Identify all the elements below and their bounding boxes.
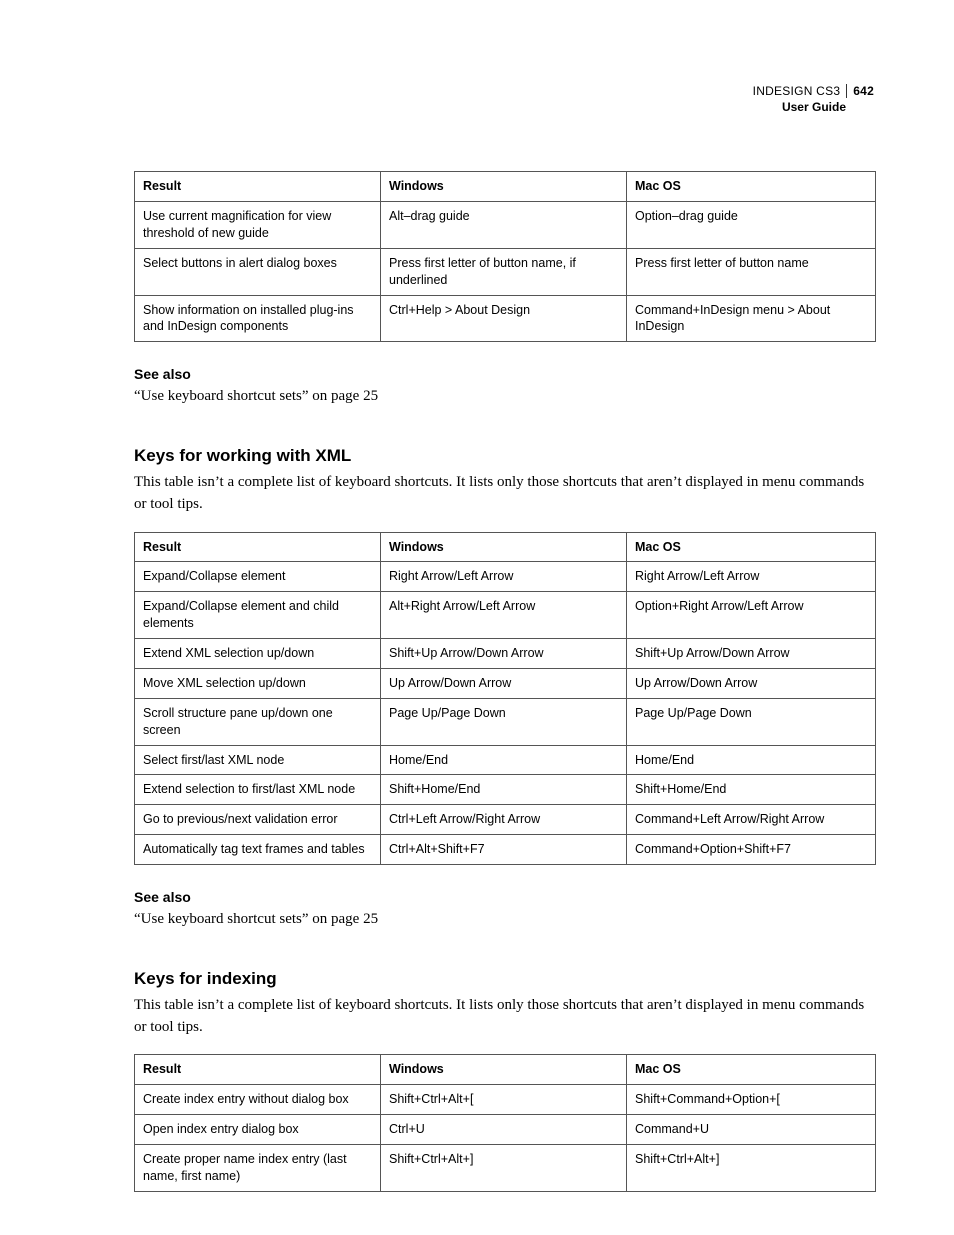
shortcuts-table-indexing: Result Windows Mac OS Create index entry… bbox=[134, 1054, 876, 1191]
col-macos: Mac OS bbox=[627, 1055, 876, 1085]
table-row: Expand/Collapse elementRight Arrow/Left … bbox=[135, 562, 876, 592]
shortcuts-table-xml: Result Windows Mac OS Expand/Collapse el… bbox=[134, 532, 876, 866]
cell: Home/End bbox=[627, 745, 876, 775]
see-also-heading: See also bbox=[134, 366, 876, 382]
cell: Shift+Home/End bbox=[627, 775, 876, 805]
cell: Command+Left Arrow/Right Arrow bbox=[627, 805, 876, 835]
table-row: Expand/Collapse element and child elemen… bbox=[135, 592, 876, 639]
xml-intro: This table isn’t a complete list of keyb… bbox=[134, 472, 876, 516]
table-row: Open index entry dialog boxCtrl+UCommand… bbox=[135, 1115, 876, 1145]
cell: Shift+Ctrl+Alt+] bbox=[381, 1144, 627, 1191]
table-header-row: Result Windows Mac OS bbox=[135, 172, 876, 202]
table-header-row: Result Windows Mac OS bbox=[135, 1055, 876, 1085]
col-windows: Windows bbox=[381, 172, 627, 202]
cell: Shift+Up Arrow/Down Arrow bbox=[627, 639, 876, 669]
page-header: INDESIGN CS3 642 User Guide bbox=[134, 84, 876, 115]
table-row: Automatically tag text frames and tables… bbox=[135, 835, 876, 865]
cell: Ctrl+Left Arrow/Right Arrow bbox=[381, 805, 627, 835]
cell: Ctrl+U bbox=[381, 1115, 627, 1145]
cell: Right Arrow/Left Arrow bbox=[381, 562, 627, 592]
table-row: Scroll structure pane up/down one screen… bbox=[135, 698, 876, 745]
table-row: Create proper name index entry (last nam… bbox=[135, 1144, 876, 1191]
col-windows: Windows bbox=[381, 532, 627, 562]
indexing-heading: Keys for indexing bbox=[134, 969, 876, 989]
cell: Up Arrow/Down Arrow bbox=[627, 668, 876, 698]
see-also-ref: “Use keyboard shortcut sets” on page 25 bbox=[134, 909, 876, 931]
cell: Alt+Right Arrow/Left Arrow bbox=[381, 592, 627, 639]
col-result: Result bbox=[135, 172, 381, 202]
table2-body: Expand/Collapse elementRight Arrow/Left … bbox=[135, 562, 876, 865]
table-row: Select first/last XML nodeHome/EndHome/E… bbox=[135, 745, 876, 775]
cell: Shift+Home/End bbox=[381, 775, 627, 805]
table-row: Move XML selection up/downUp Arrow/Down … bbox=[135, 668, 876, 698]
cell: Extend selection to first/last XML node bbox=[135, 775, 381, 805]
cell: Select first/last XML node bbox=[135, 745, 381, 775]
table-row: Go to previous/next validation errorCtrl… bbox=[135, 805, 876, 835]
cell: Show information on installed plug-ins a… bbox=[135, 295, 381, 342]
table3-body: Create index entry without dialog boxShi… bbox=[135, 1085, 876, 1192]
table-row: Extend XML selection up/downShift+Up Arr… bbox=[135, 639, 876, 669]
cell: Press first letter of button name bbox=[627, 248, 876, 295]
product-name: INDESIGN CS3 bbox=[753, 84, 841, 98]
table-row: Create index entry without dialog boxShi… bbox=[135, 1085, 876, 1115]
col-macos: Mac OS bbox=[627, 532, 876, 562]
cell: Page Up/Page Down bbox=[627, 698, 876, 745]
page-number: 642 bbox=[846, 84, 874, 98]
cell: Automatically tag text frames and tables bbox=[135, 835, 381, 865]
cell: Ctrl+Alt+Shift+F7 bbox=[381, 835, 627, 865]
col-windows: Windows bbox=[381, 1055, 627, 1085]
cell: Option+Right Arrow/Left Arrow bbox=[627, 592, 876, 639]
cell: Home/End bbox=[381, 745, 627, 775]
cell: Option–drag guide bbox=[627, 202, 876, 249]
cell: Right Arrow/Left Arrow bbox=[627, 562, 876, 592]
cell: Create proper name index entry (last nam… bbox=[135, 1144, 381, 1191]
cell: Command+Option+Shift+F7 bbox=[627, 835, 876, 865]
col-macos: Mac OS bbox=[627, 172, 876, 202]
cell: Shift+Ctrl+Alt+] bbox=[627, 1144, 876, 1191]
cell: Command+InDesign menu > About InDesign bbox=[627, 295, 876, 342]
cell: Shift+Up Arrow/Down Arrow bbox=[381, 639, 627, 669]
cell: Move XML selection up/down bbox=[135, 668, 381, 698]
cell: Use current magnification for view thres… bbox=[135, 202, 381, 249]
cell: Shift+Ctrl+Alt+[ bbox=[381, 1085, 627, 1115]
col-result: Result bbox=[135, 1055, 381, 1085]
indexing-intro: This table isn’t a complete list of keyb… bbox=[134, 995, 876, 1039]
cell: Press first letter of button name, if un… bbox=[381, 248, 627, 295]
table1-body: Use current magnification for view thres… bbox=[135, 202, 876, 342]
cell: Ctrl+Help > About Design bbox=[381, 295, 627, 342]
cell: Select buttons in alert dialog boxes bbox=[135, 248, 381, 295]
cell: Open index entry dialog box bbox=[135, 1115, 381, 1145]
see-also-heading: See also bbox=[134, 889, 876, 905]
col-result: Result bbox=[135, 532, 381, 562]
cell: Shift+Command+Option+[ bbox=[627, 1085, 876, 1115]
cell: Extend XML selection up/down bbox=[135, 639, 381, 669]
xml-heading: Keys for working with XML bbox=[134, 446, 876, 466]
cell: Alt–drag guide bbox=[381, 202, 627, 249]
table-row: Extend selection to first/last XML nodeS… bbox=[135, 775, 876, 805]
table-row: Select buttons in alert dialog boxesPres… bbox=[135, 248, 876, 295]
shortcuts-table-general: Result Windows Mac OS Use current magnif… bbox=[134, 171, 876, 342]
cell: Scroll structure pane up/down one screen bbox=[135, 698, 381, 745]
cell: Expand/Collapse element and child elemen… bbox=[135, 592, 381, 639]
cell: Command+U bbox=[627, 1115, 876, 1145]
cell: Up Arrow/Down Arrow bbox=[381, 668, 627, 698]
cell: Go to previous/next validation error bbox=[135, 805, 381, 835]
guide-subtitle: User Guide bbox=[134, 100, 874, 116]
cell: Page Up/Page Down bbox=[381, 698, 627, 745]
table-row: Use current magnification for view thres… bbox=[135, 202, 876, 249]
table-header-row: Result Windows Mac OS bbox=[135, 532, 876, 562]
cell: Create index entry without dialog box bbox=[135, 1085, 381, 1115]
see-also-ref: “Use keyboard shortcut sets” on page 25 bbox=[134, 386, 876, 408]
table-row: Show information on installed plug-ins a… bbox=[135, 295, 876, 342]
cell: Expand/Collapse element bbox=[135, 562, 381, 592]
